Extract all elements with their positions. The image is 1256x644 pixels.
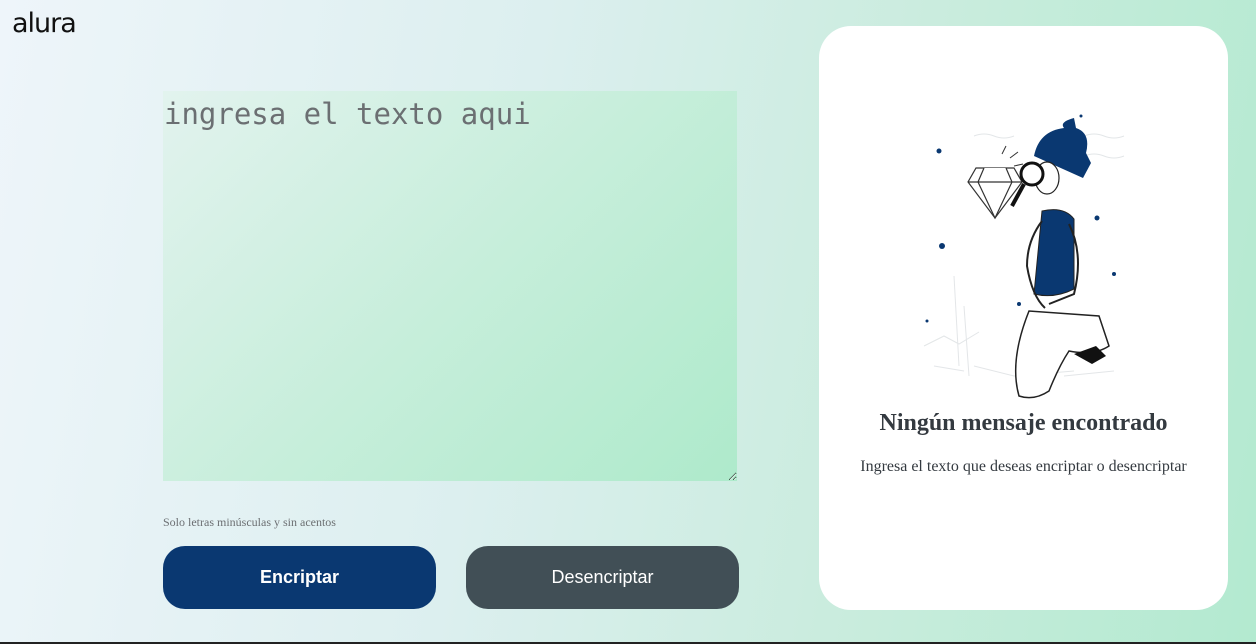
output-panel: Ningún mensaje encontrado Ingresa el tex… <box>819 26 1228 610</box>
encrypt-button[interactable]: Encriptar <box>163 546 436 609</box>
alura-logo: alura <box>12 8 77 39</box>
empty-state-title: Ningún mensaje encontrado <box>879 410 1168 436</box>
magnifying-glass-illustration <box>923 114 1125 399</box>
input-hint: Solo letras minúsculas y sin acentos <box>163 515 336 529</box>
input-textarea[interactable] <box>163 91 737 481</box>
empty-state-message: Ingresa el texto que deseas encriptar o … <box>860 458 1187 475</box>
decrypt-button[interactable]: Desencriptar <box>466 546 739 609</box>
